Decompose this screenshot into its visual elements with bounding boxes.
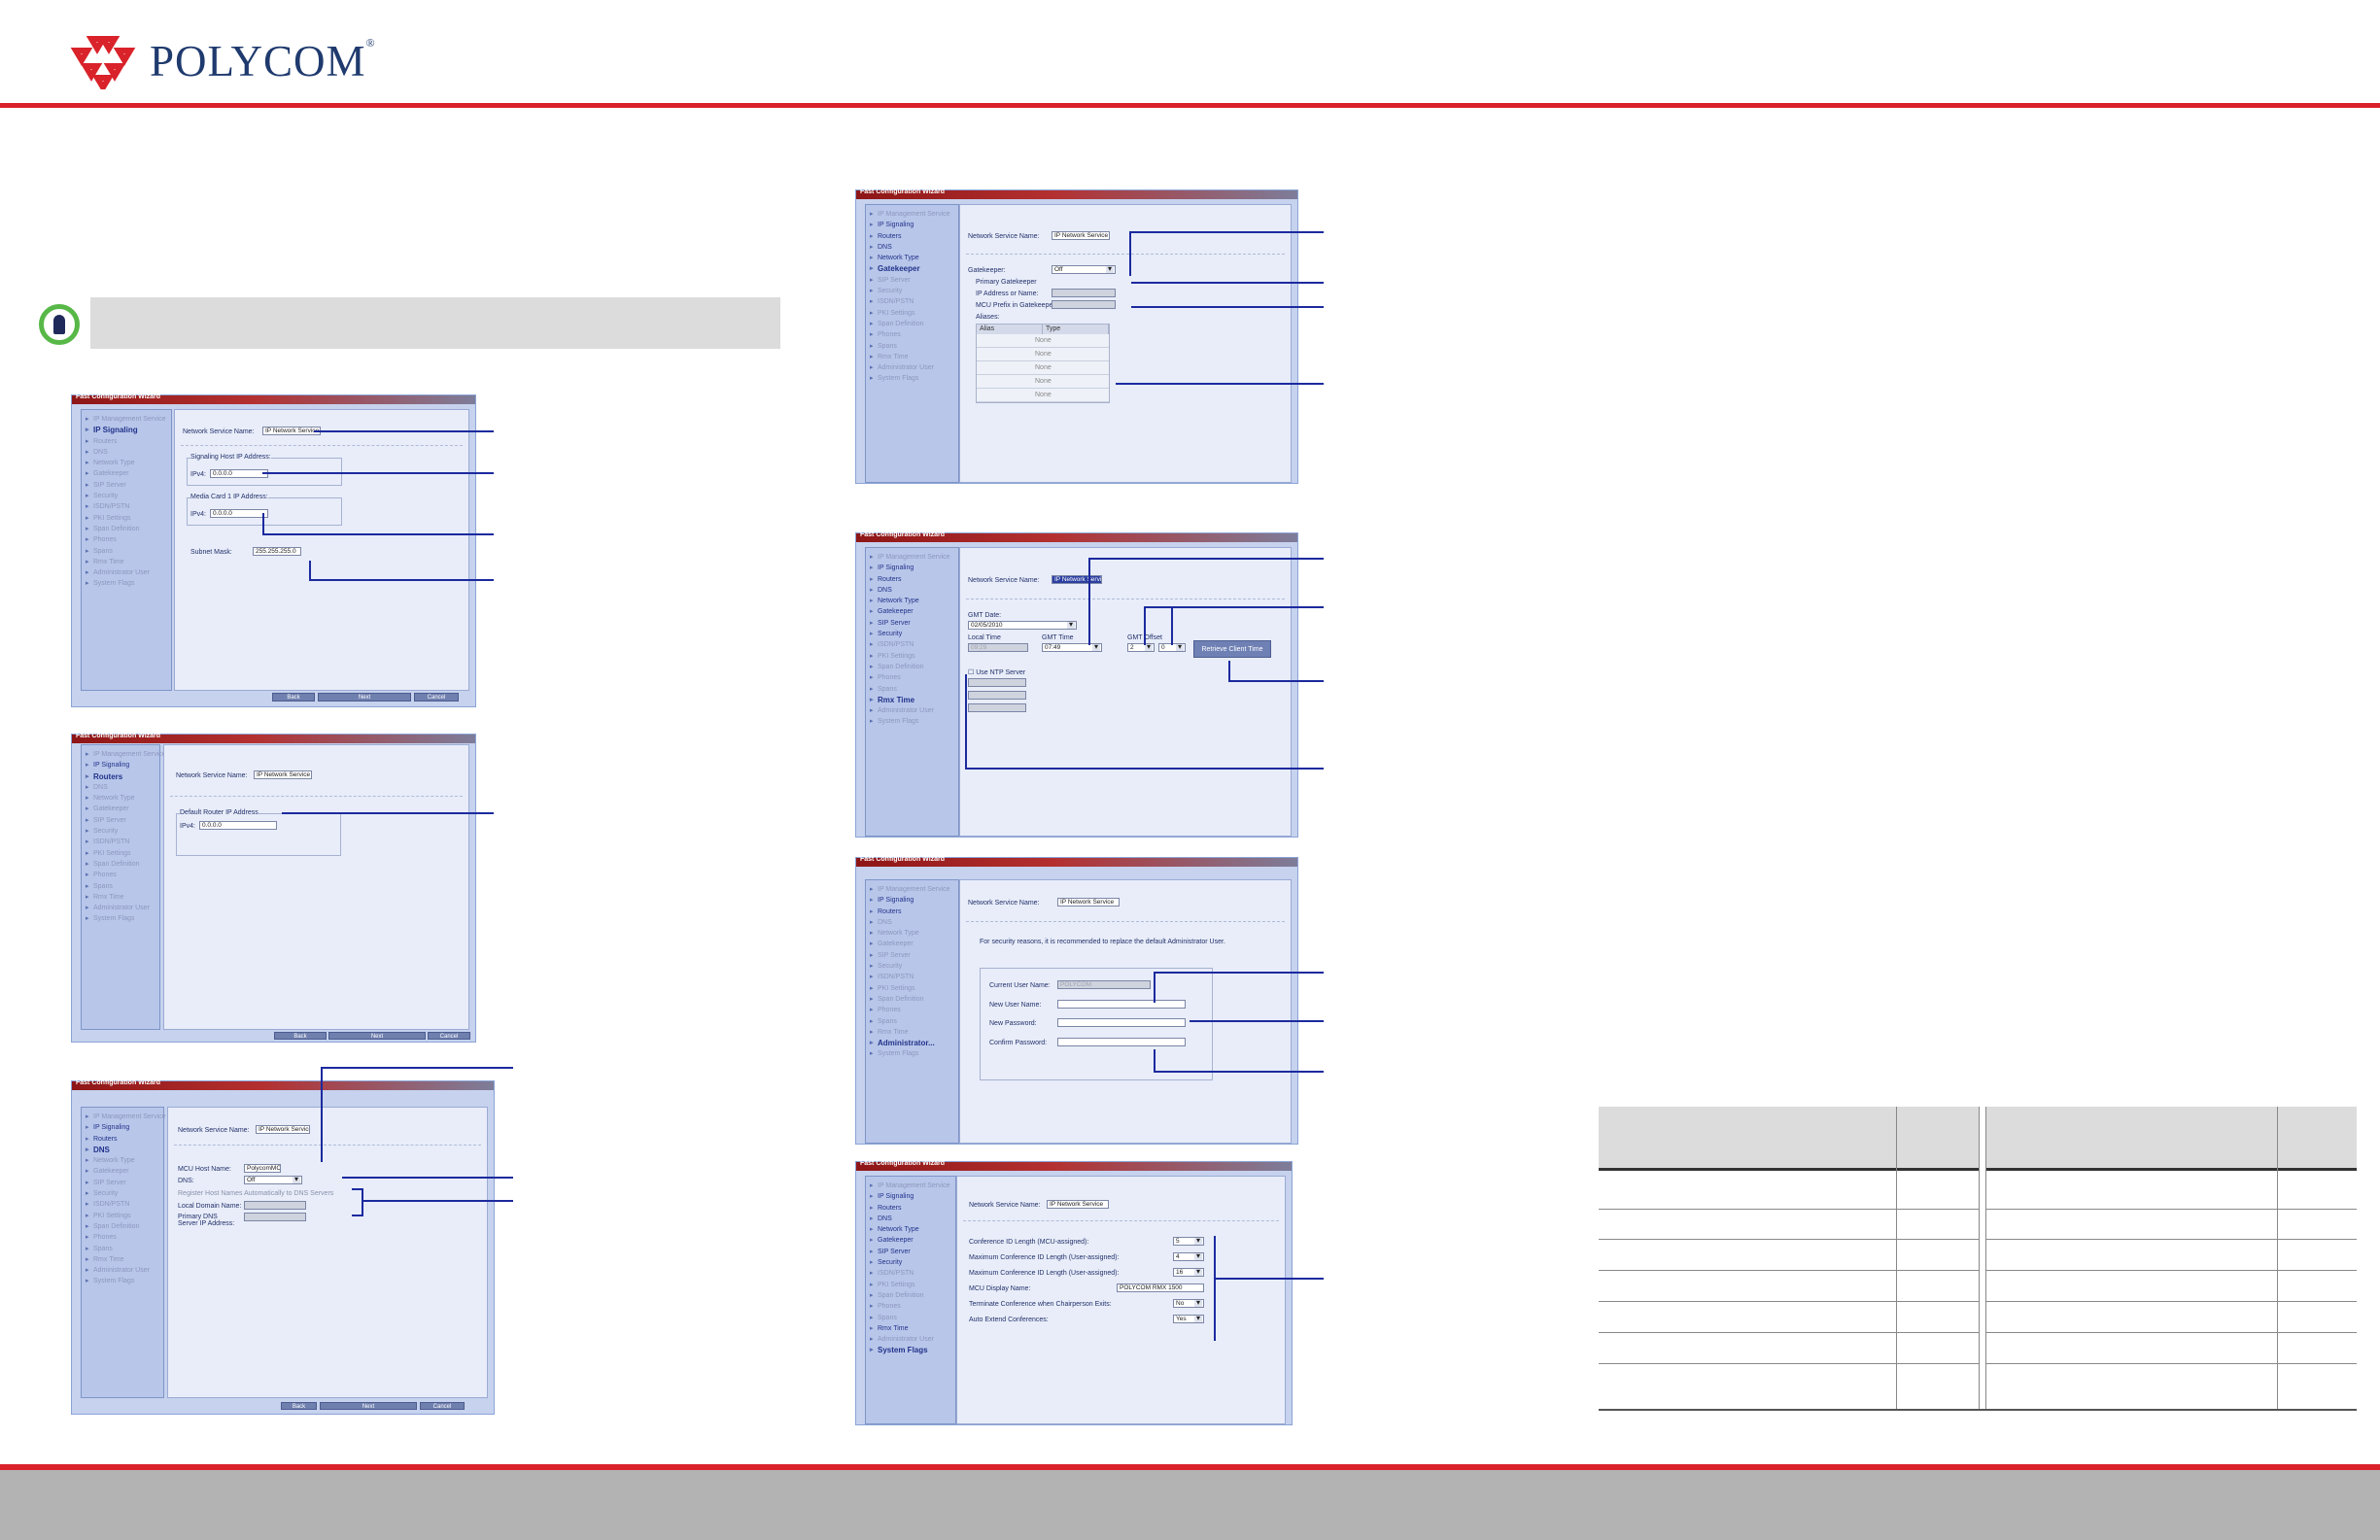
back-button[interactable]: Back bbox=[272, 693, 315, 702]
ntp-server-2-field[interactable] bbox=[968, 691, 1026, 700]
next-button[interactable]: Next bbox=[328, 1032, 426, 1040]
network-service-name-field[interactable]: IP Network Service bbox=[256, 1125, 310, 1134]
wizard-administrator-user: Fast Configuration Wizard IP Management … bbox=[855, 856, 1298, 1145]
gmt-date-field[interactable]: 02/05/2010 bbox=[968, 621, 1077, 630]
use-ntp-checkbox[interactable]: ☐ Use NTP Server bbox=[968, 668, 1025, 676]
callout-line bbox=[321, 1067, 513, 1069]
callout-line bbox=[965, 674, 967, 770]
polycom-logo: POLYCOM® bbox=[68, 33, 376, 89]
callout-line bbox=[309, 561, 311, 580]
callout-line bbox=[1154, 1049, 1156, 1071]
wizard-ip-signaling: Fast Configuration Wizard IP Management … bbox=[71, 394, 476, 707]
mcu-prefix-field[interactable] bbox=[1052, 300, 1116, 309]
wizard-routers: Fast Configuration Wizard IP Management … bbox=[71, 733, 476, 1043]
cancel-button[interactable]: Cancel bbox=[420, 1402, 465, 1410]
callout-line bbox=[1171, 606, 1173, 645]
polycom-triangles-icon bbox=[70, 36, 136, 89]
callout-line bbox=[1154, 1071, 1324, 1073]
callout-line bbox=[262, 472, 494, 474]
network-service-name-field[interactable]: IP Network Service bbox=[1047, 1200, 1109, 1209]
legend-table bbox=[1599, 1107, 2357, 1411]
callout-line bbox=[1088, 558, 1090, 645]
local-domain-field[interactable] bbox=[244, 1201, 306, 1210]
callout-line bbox=[1129, 231, 1324, 233]
mcu-host-name-field[interactable]: PolycomMCU bbox=[244, 1164, 281, 1173]
note-pin-icon bbox=[39, 304, 80, 345]
wizard-system-flags: Fast Configuration Wizard IP Management … bbox=[855, 1160, 1293, 1425]
media-card-ip-field[interactable]: 0.0.0.0 bbox=[210, 509, 268, 518]
gmt-offset-hours-field[interactable]: 2 bbox=[1127, 643, 1155, 652]
gmt-time-field[interactable]: 07:49 bbox=[1042, 643, 1102, 652]
callout-line bbox=[1214, 1236, 1216, 1341]
callout-line bbox=[1131, 306, 1324, 308]
ntp-server-3-field[interactable] bbox=[968, 703, 1026, 712]
callout-line bbox=[1129, 231, 1131, 276]
wizard-dns: Fast Configuration Wizard IP Management … bbox=[71, 1079, 495, 1415]
callout-line bbox=[1116, 383, 1324, 385]
network-service-name-field[interactable]: IP Network Service bbox=[1057, 898, 1120, 907]
max-conference-id-length-2-field[interactable]: 16 bbox=[1173, 1268, 1204, 1277]
callout-line bbox=[309, 579, 494, 581]
new-password-field[interactable] bbox=[1057, 1018, 1186, 1027]
next-button[interactable]: Next bbox=[320, 1402, 417, 1410]
wizard-gatekeeper: Fast Configuration Wizard IP Management … bbox=[855, 188, 1298, 484]
brand-name: POLYCOM® bbox=[150, 36, 376, 86]
note-box bbox=[90, 297, 780, 349]
confirm-password-field[interactable] bbox=[1057, 1038, 1186, 1046]
network-service-name-field[interactable]: IP Network Service bbox=[262, 427, 321, 435]
callout-line bbox=[1228, 680, 1324, 682]
callout-line bbox=[1088, 558, 1324, 560]
callout-line bbox=[342, 1177, 513, 1179]
terminate-conference-dropdown[interactable]: No bbox=[1173, 1299, 1204, 1308]
footer-bar bbox=[0, 1470, 2380, 1540]
ntp-server-1-field[interactable] bbox=[968, 678, 1026, 687]
auto-extend-dropdown[interactable]: Yes bbox=[1173, 1315, 1204, 1323]
current-user-name-field: POLYCOM bbox=[1057, 980, 1151, 989]
network-service-name-field[interactable]: IP Network Service bbox=[254, 770, 312, 779]
aliases-table: Alias Type None None None None None bbox=[976, 324, 1110, 403]
callout-line bbox=[282, 812, 494, 814]
callout-line bbox=[1228, 661, 1230, 682]
default-router-ip-field[interactable]: 0.0.0.0 bbox=[199, 821, 277, 830]
callout-line bbox=[1154, 972, 1156, 1003]
back-button[interactable]: Back bbox=[281, 1402, 317, 1410]
callout-line bbox=[321, 1067, 323, 1162]
dns-dropdown[interactable]: Off bbox=[244, 1176, 302, 1184]
callout-line bbox=[352, 1215, 363, 1216]
callout-line bbox=[1144, 606, 1146, 645]
mcu-display-name-field[interactable]: POLYCOM RMX 1500 bbox=[1117, 1283, 1204, 1292]
callout-line bbox=[965, 768, 1324, 770]
callout-line bbox=[352, 1188, 363, 1190]
next-button[interactable]: Next bbox=[318, 693, 411, 702]
callout-line bbox=[1190, 1020, 1324, 1022]
register-dns-checkbox[interactable]: Register Host Names Automatically to DNS… bbox=[178, 1190, 333, 1197]
callout-line bbox=[314, 430, 494, 432]
max-conference-id-length-field[interactable]: 4 bbox=[1173, 1252, 1204, 1261]
new-user-name-field[interactable] bbox=[1057, 1000, 1186, 1009]
network-service-name-field[interactable]: IP Network Service bbox=[1052, 575, 1102, 584]
wizard-rmx-time: Fast Configuration Wizard IP Management … bbox=[855, 531, 1298, 838]
subnet-mask-field[interactable]: 255.255.255.0 bbox=[253, 547, 301, 556]
retrieve-client-time-button[interactable]: Retrieve Client Time bbox=[1193, 640, 1271, 658]
local-time-field: 09:29 bbox=[968, 643, 1028, 652]
callout-line bbox=[362, 1200, 513, 1202]
callout-line bbox=[262, 513, 264, 533]
cancel-button[interactable]: Cancel bbox=[428, 1032, 470, 1040]
callout-line bbox=[1154, 972, 1324, 974]
gatekeeper-dropdown[interactable]: Off bbox=[1052, 265, 1116, 274]
callout-line bbox=[1131, 282, 1324, 284]
back-button[interactable]: Back bbox=[274, 1032, 327, 1040]
callout-line bbox=[262, 533, 494, 535]
primary-dns-field[interactable] bbox=[244, 1213, 306, 1221]
gatekeeper-ip-field[interactable] bbox=[1052, 289, 1116, 297]
header-divider bbox=[0, 103, 2380, 108]
network-service-name-field[interactable]: IP Network Service bbox=[1052, 231, 1110, 240]
cancel-button[interactable]: Cancel bbox=[414, 693, 459, 702]
signaling-ip-field[interactable]: 0.0.0.0 bbox=[210, 469, 268, 478]
callout-line bbox=[1214, 1278, 1324, 1280]
conference-id-length-field[interactable]: 5 bbox=[1173, 1237, 1204, 1246]
